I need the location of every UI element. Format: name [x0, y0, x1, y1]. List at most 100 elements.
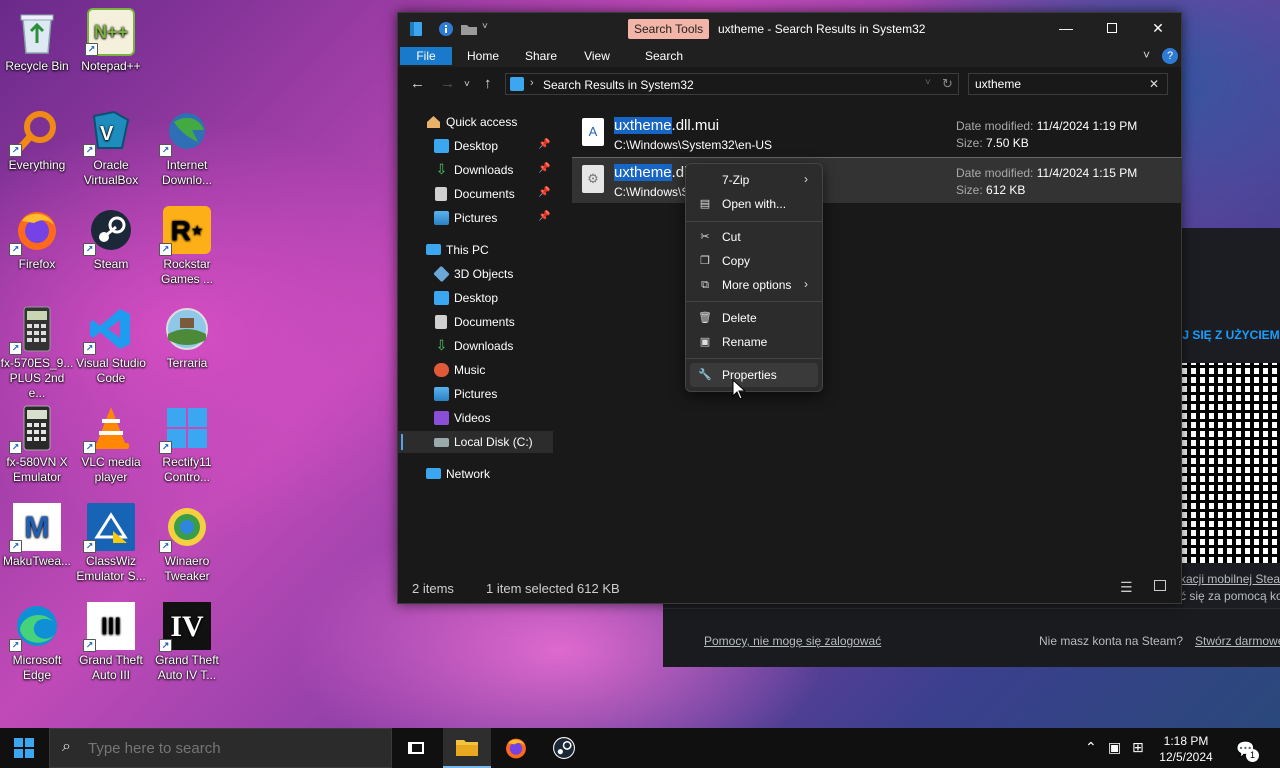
- search-tools-context-tab[interactable]: Search Tools: [628, 19, 710, 39]
- nav-quick-documents[interactable]: Documents 📌: [398, 183, 553, 205]
- menu-item-open-with[interactable]: ▤ Open with...: [690, 192, 818, 216]
- maximize-icon: [1107, 23, 1117, 33]
- desktop-icon-vscode[interactable]: ↗ Visual Studio Code: [74, 305, 148, 386]
- status-bar: 2 items 1 item selected 612 KB ☰: [398, 575, 1181, 603]
- nav-videos[interactable]: Videos: [398, 407, 553, 429]
- steam-qr-hint: ć się za pomocą kodu: [1180, 589, 1280, 603]
- properties-icon[interactable]: [438, 21, 454, 37]
- file-list: A uxtheme.dll.mui C:\Windows\System32\en…: [572, 111, 1182, 571]
- title-bar[interactable]: ˅ Search Tools uxtheme - Search Results …: [398, 13, 1181, 45]
- steam-mobile-app-link[interactable]: kacji mobilnej Steam: [1180, 572, 1280, 586]
- nav-downloads[interactable]: ⇩ Downloads: [398, 335, 553, 357]
- desktop-icon-rockstar[interactable]: R ★ ↗ Rockstar Games ...: [150, 206, 224, 287]
- show-hidden-icons-chevron-icon[interactable]: ⌃: [1085, 739, 1097, 756]
- desktop-icon-rectify11[interactable]: ↗ Rectify11 Contro...: [150, 404, 224, 485]
- ribbon-expand-chevron-icon[interactable]: ˅: [1143, 48, 1150, 62]
- task-view-button[interactable]: [392, 728, 440, 768]
- desktop-icon-terraria[interactable]: Terraria: [150, 305, 224, 371]
- desktop-icon-everything[interactable]: ↗ Everything: [0, 107, 74, 173]
- desktop-icon-gta3[interactable]: III ↗ Grand Theft Auto III: [74, 602, 148, 683]
- nav-local-disk[interactable]: Local Disk (C:): [398, 431, 553, 453]
- taskbar-search-input[interactable]: [88, 740, 378, 757]
- nav-quick-downloads[interactable]: ⇩ Downloads 📌: [398, 159, 553, 181]
- recent-locations-chevron-icon[interactable]: ˅: [464, 79, 470, 90]
- desktop-icon-edge[interactable]: ↗ Microsoft Edge: [0, 602, 74, 683]
- desktop-icon-vlc[interactable]: ↗ VLC media player: [74, 404, 148, 485]
- desktop-icon-firefox[interactable]: ↗ Firefox: [0, 206, 74, 272]
- drive-icon: [434, 438, 449, 447]
- steam-create-account-link[interactable]: Stwórz darmowe konto: [1195, 634, 1280, 648]
- close-icon: ✕: [1152, 19, 1164, 36]
- menu-item-cut[interactable]: ✂ Cut: [690, 225, 818, 249]
- back-button[interactable]: ←: [410, 75, 425, 92]
- quick-access-toolbar-chevron-icon[interactable]: ˅: [482, 21, 498, 37]
- address-bar[interactable]: › Search Results in System32 ˅ ↻: [505, 73, 959, 95]
- network-icon: [426, 468, 441, 479]
- nav-3d-objects[interactable]: 3D Objects: [398, 263, 553, 285]
- forward-button[interactable]: →: [440, 75, 455, 92]
- breadcrumb-chevron-icon[interactable]: ›: [530, 77, 534, 89]
- large-icons-view-icon[interactable]: [1154, 580, 1166, 591]
- address-dropdown-chevron-icon[interactable]: ˅: [925, 77, 931, 88]
- desktop-icon-makutweaker[interactable]: M ↗ MakuTwea...: [0, 503, 74, 569]
- ribbon-tab-view[interactable]: View: [572, 47, 622, 65]
- nav-quick-desktop[interactable]: Desktop 📌: [398, 135, 553, 157]
- menu-item-more-options[interactable]: ⧉ More options ›: [690, 273, 818, 297]
- desktop-icon-steam[interactable]: ↗ Steam: [74, 206, 148, 272]
- nav-music[interactable]: Music: [398, 359, 553, 381]
- taskbar-search-box[interactable]: ⌕: [49, 728, 392, 768]
- pictures-icon: [434, 387, 449, 401]
- tray-app-icon[interactable]: ▣: [1108, 739, 1121, 756]
- nav-quick-access[interactable]: Quick access: [398, 111, 553, 133]
- menu-item-rename[interactable]: ▣ Rename: [690, 330, 818, 354]
- details-view-icon[interactable]: ☰: [1120, 579, 1133, 596]
- desktop-icon-recycle-bin[interactable]: Recycle Bin: [0, 8, 74, 74]
- desktop-icon-idm[interactable]: ↗ Internet Downlo...: [150, 107, 224, 188]
- copy-icon: ❐: [700, 255, 710, 267]
- ribbon-tab-home[interactable]: Home: [458, 47, 508, 65]
- refresh-icon[interactable]: ↻: [942, 76, 953, 92]
- ribbon-tab-file[interactable]: File: [400, 47, 452, 65]
- maximize-button[interactable]: [1089, 13, 1135, 43]
- search-input[interactable]: [975, 77, 1140, 91]
- clear-search-icon[interactable]: ✕: [1149, 77, 1159, 91]
- desktop-icon-gta4[interactable]: IV ↗ Grand Theft Auto IV T...: [150, 602, 224, 683]
- up-button[interactable]: ↑: [484, 75, 492, 92]
- desktop-icon-classwiz[interactable]: ↗ ClassWiz Emulator S...: [74, 503, 148, 584]
- menu-item-delete[interactable]: 🗑 Delete: [690, 306, 818, 330]
- minimize-button[interactable]: —: [1043, 13, 1089, 43]
- taskbar-file-explorer[interactable]: [443, 728, 491, 768]
- nav-network[interactable]: Network: [398, 463, 553, 485]
- ribbon-tab-share[interactable]: Share: [516, 47, 566, 65]
- nav-documents[interactable]: Documents: [398, 311, 553, 333]
- steam-help-link[interactable]: Pomocy, nie mogę się zalogować: [704, 634, 881, 648]
- desktop-icon-notepadpp[interactable]: N++ ↗ Notepad++: [74, 8, 148, 74]
- search-box[interactable]: ✕: [968, 73, 1168, 95]
- desktop-icon-fx580[interactable]: ↗ fx-580VN X Emulator: [0, 404, 74, 485]
- nav-pictures[interactable]: Pictures: [398, 383, 553, 405]
- notification-center-button[interactable]: 💬 1: [1234, 737, 1259, 762]
- network-status-icon[interactable]: ⊞: [1132, 739, 1144, 756]
- help-icon[interactable]: ?: [1162, 48, 1178, 64]
- desktop-icon-winaero[interactable]: ↗ Winaero Tweaker: [150, 503, 224, 584]
- menu-item-properties[interactable]: 🔧 Properties: [690, 363, 818, 387]
- close-button[interactable]: ✕: [1135, 13, 1181, 43]
- new-folder-icon[interactable]: [460, 21, 477, 37]
- nav-desktop[interactable]: Desktop: [398, 287, 553, 309]
- nav-this-pc[interactable]: This PC: [398, 239, 553, 261]
- taskbar-firefox[interactable]: [492, 728, 540, 768]
- search-icon: ⌕: [62, 738, 71, 755]
- taskbar-steam[interactable]: [540, 728, 588, 768]
- ribbon-tab-search[interactable]: Search: [634, 47, 694, 65]
- desktop-icon-fx570[interactable]: ↗ fx-570ES_9... PLUS 2nd e...: [0, 305, 74, 401]
- file-row-selected[interactable]: ⚙ uxtheme.dll C:\Windows\System32 Date m…: [572, 157, 1182, 203]
- nav-quick-pictures[interactable]: Pictures 📌: [398, 207, 553, 229]
- menu-item-7zip[interactable]: 7-Zip ›: [690, 168, 818, 192]
- document-icon: [435, 187, 447, 201]
- desktop-icon-virtualbox[interactable]: V ↗ Oracle VirtualBox: [74, 107, 148, 188]
- file-row[interactable]: A uxtheme.dll.mui C:\Windows\System32\en…: [572, 111, 1182, 157]
- start-button[interactable]: [0, 728, 48, 768]
- gta3-icon: III ↗: [83, 602, 135, 652]
- system-clock[interactable]: 1:18 PM 12/5/2024: [1150, 733, 1222, 765]
- menu-item-copy[interactable]: ❐ Copy: [690, 249, 818, 273]
